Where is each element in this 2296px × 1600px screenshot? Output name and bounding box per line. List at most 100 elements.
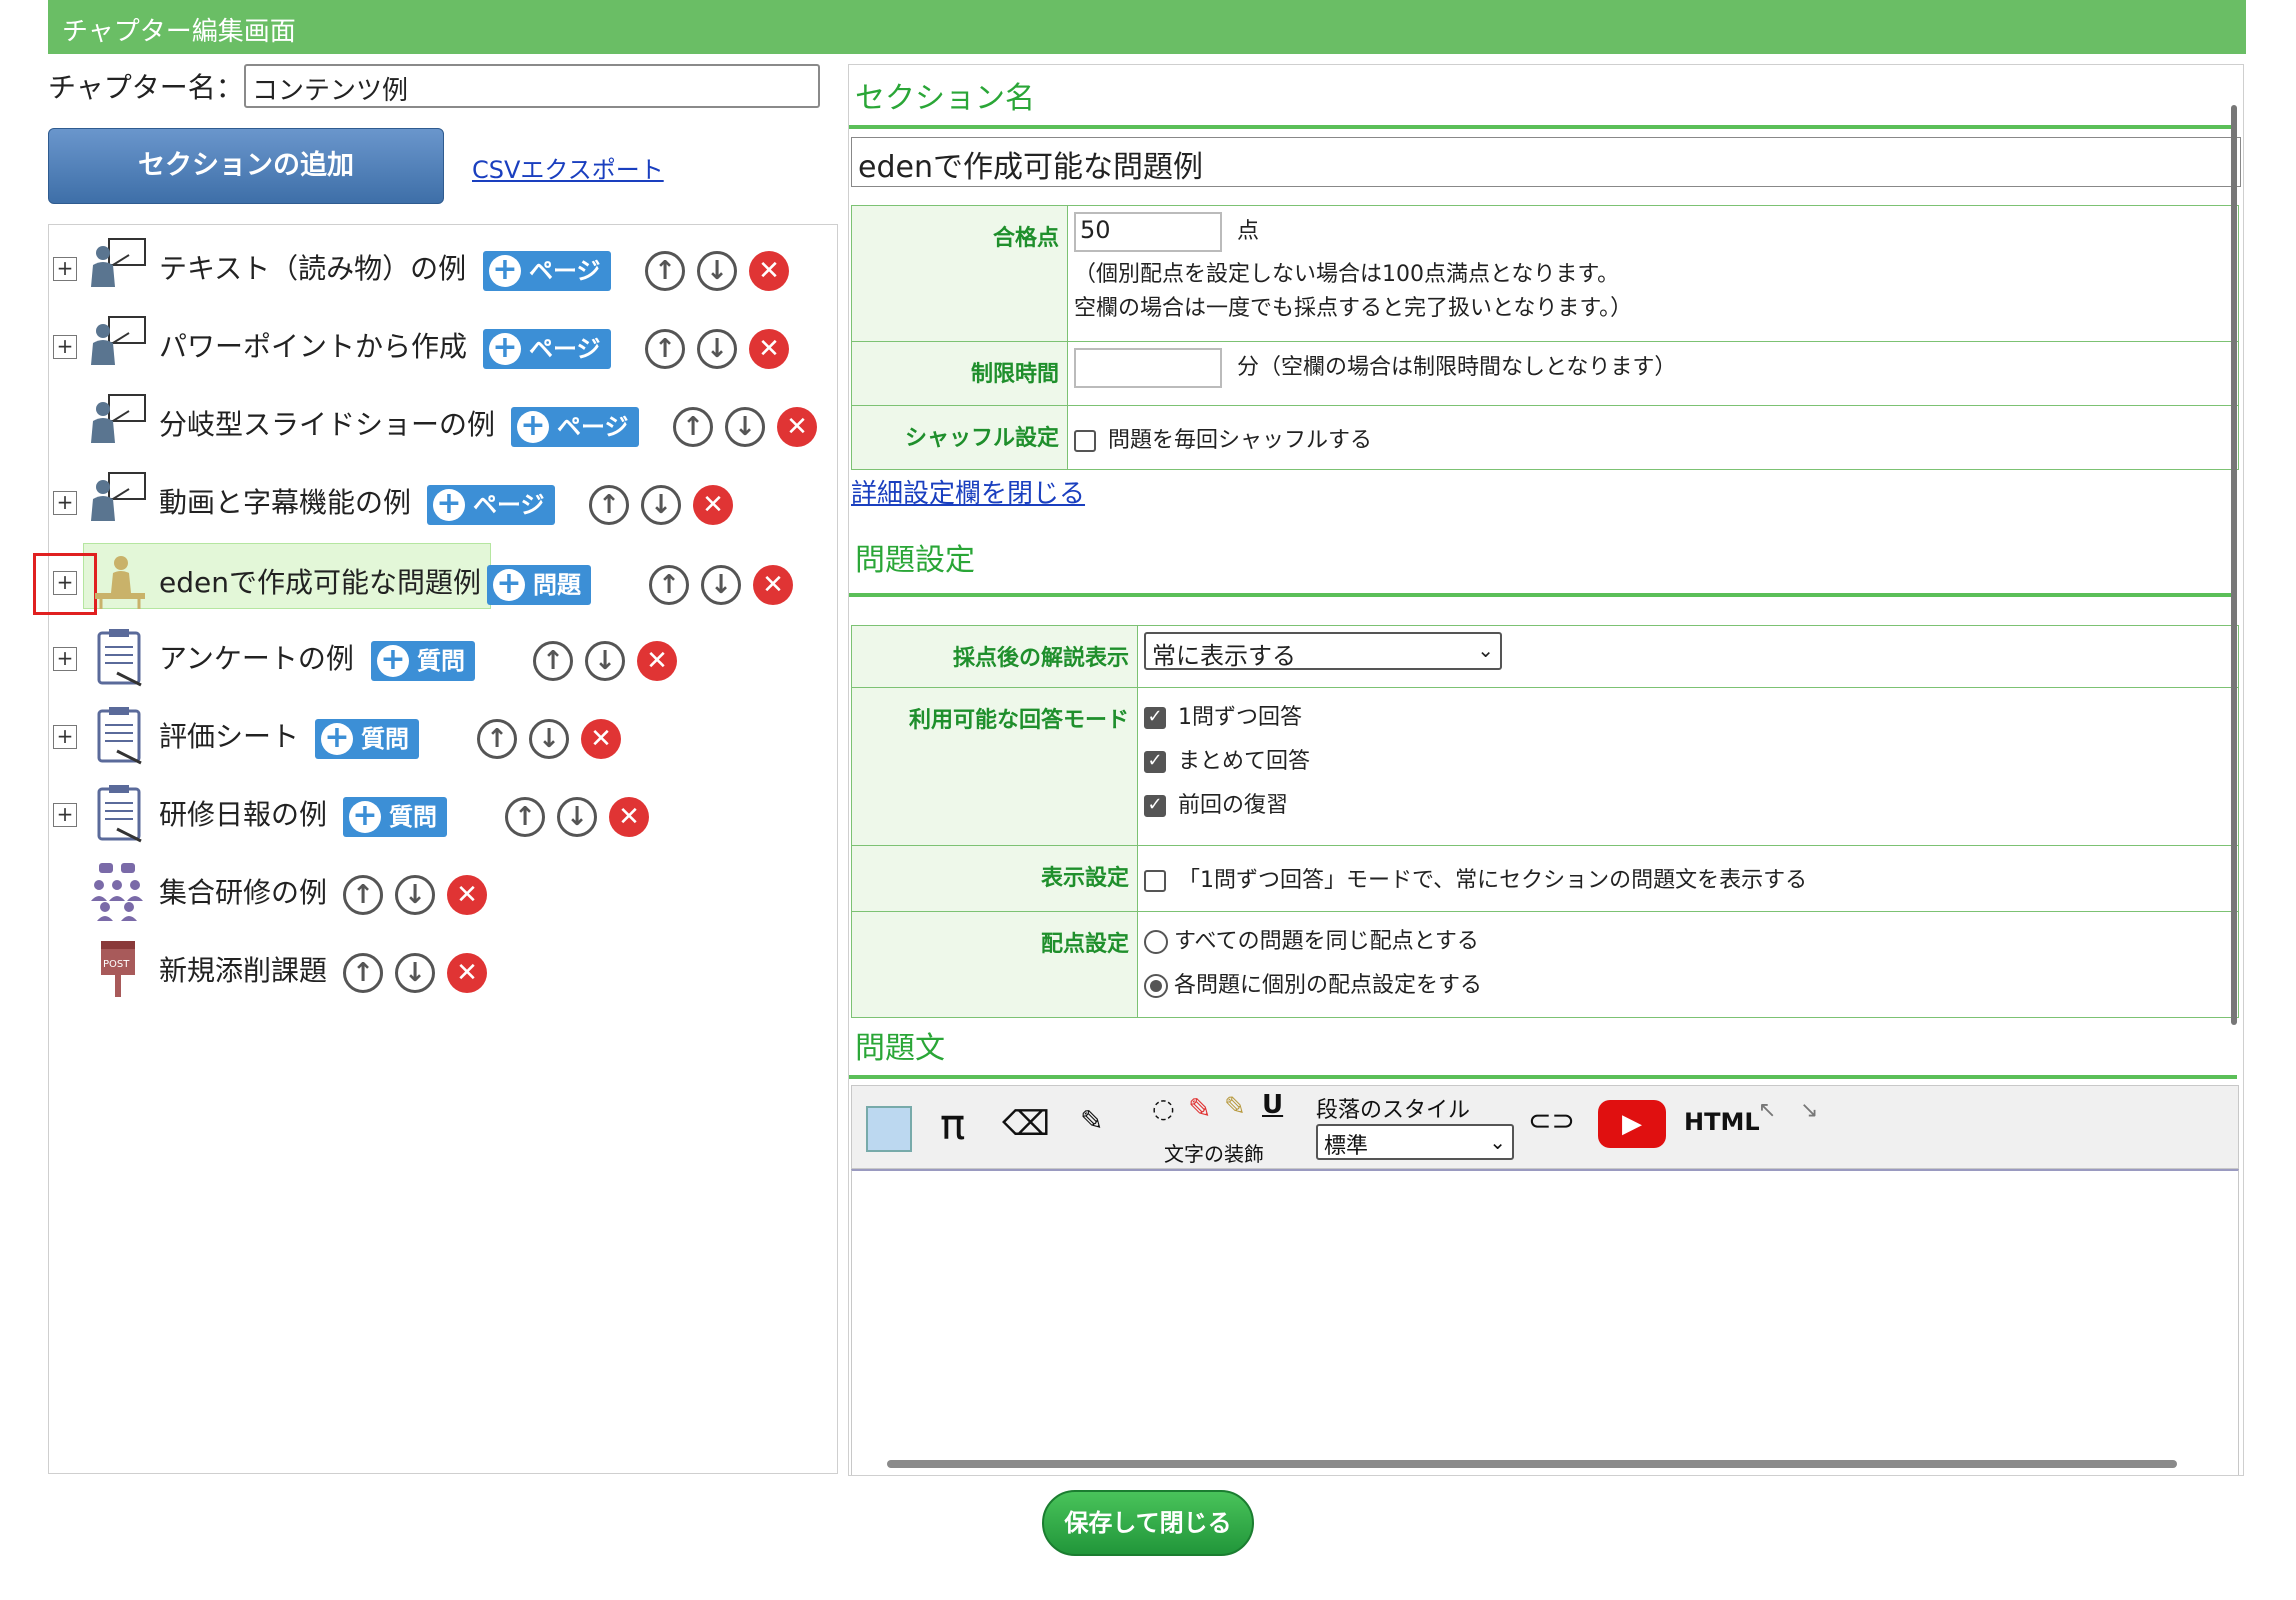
tree-item-label[interactable]: アンケートの例 xyxy=(159,637,354,677)
add-page-button[interactable]: + ページ xyxy=(427,485,555,525)
display-checkbox[interactable] xyxy=(1144,870,1166,892)
expand-icon[interactable]: + xyxy=(53,803,77,827)
add-question-button[interactable]: + 質問 xyxy=(343,797,447,837)
tree-item-label[interactable]: パワーポイントから作成 xyxy=(159,325,467,365)
tree-row[interactable]: + 研修日報の例 + 質問 ↑ ↓ ✕ xyxy=(49,775,837,845)
move-down-icon[interactable]: ↓ xyxy=(557,797,597,837)
add-section-button[interactable]: セクションの追加 xyxy=(48,128,444,204)
mode-checkbox[interactable]: ✓ xyxy=(1144,795,1166,817)
expand-icon[interactable]: + xyxy=(53,725,77,749)
tree-item-label[interactable]: 研修日報の例 xyxy=(159,793,327,833)
tree-item-label[interactable]: 評価シート xyxy=(159,715,299,755)
highlighter-icon[interactable]: ✎ xyxy=(1224,1092,1246,1122)
tree-row[interactable]: POST 新規添削課題 ↑ ↓ ✕ xyxy=(49,931,837,1001)
mode-checkbox[interactable]: ✓ xyxy=(1144,707,1166,729)
delete-icon[interactable]: ✕ xyxy=(447,953,487,993)
tree-row[interactable]: + テキスト（読み物）の例 + ページ ↑ ↓ ✕ xyxy=(49,229,837,299)
move-up-icon[interactable]: ↑ xyxy=(589,485,629,525)
move-up-icon[interactable]: ↑ xyxy=(343,953,383,993)
question-text-editor[interactable] xyxy=(851,1169,2239,1475)
move-down-icon[interactable]: ↓ xyxy=(641,485,681,525)
vertical-scrollbar[interactable] xyxy=(2231,105,2237,1025)
move-down-icon[interactable]: ↓ xyxy=(725,407,765,447)
move-down-icon[interactable]: ↓ xyxy=(529,719,569,759)
tree-item-label[interactable]: 集合研修の例 xyxy=(159,871,327,911)
html-button[interactable]: HTML xyxy=(1684,1108,1760,1136)
mode-checkbox[interactable]: ✓ xyxy=(1144,751,1166,773)
eraser-icon[interactable]: ⌫ xyxy=(1002,1104,1050,1144)
tree-row[interactable]: 集合研修の例 ↑ ↓ ✕ xyxy=(49,853,837,923)
add-question-button[interactable]: + 問題 xyxy=(487,565,591,605)
time-limit-input[interactable] xyxy=(1074,348,1222,388)
explanation-display-select[interactable]: 常に表示する ⌄ xyxy=(1144,632,1502,670)
move-down-icon[interactable]: ↓ xyxy=(395,875,435,915)
tree-item-label[interactable]: テキスト（読み物）の例 xyxy=(159,247,466,287)
delete-icon[interactable]: ✕ xyxy=(693,485,733,525)
pen-icon[interactable]: ✎ xyxy=(1188,1092,1211,1125)
move-up-icon[interactable]: ↑ xyxy=(477,719,517,759)
move-down-icon[interactable]: ↓ xyxy=(697,251,737,291)
expand-icon[interactable]: + xyxy=(53,257,77,281)
move-up-icon[interactable]: ↑ xyxy=(645,329,685,369)
move-down-icon[interactable]: ↓ xyxy=(701,565,741,605)
tree-row[interactable]: + アンケートの例 + 質問 ↑ ↓ ✕ xyxy=(49,619,837,689)
eraser-tool-icon[interactable]: ◌ xyxy=(1152,1094,1175,1124)
move-up-icon[interactable]: ↑ xyxy=(645,251,685,291)
toggle-details-link[interactable]: 詳細設定欄を閉じる xyxy=(851,473,1085,510)
move-down-icon[interactable]: ↓ xyxy=(585,641,625,681)
tree-row[interactable]: + パワーポイントから作成 + ページ ↑ ↓ ✕ xyxy=(49,307,837,377)
brush-icon[interactable]: ✎ xyxy=(1080,1104,1103,1137)
delete-icon[interactable]: ✕ xyxy=(581,719,621,759)
shrink-icon[interactable]: ↘ xyxy=(1800,1098,1818,1123)
csv-export-link[interactable]: CSVエクスポート xyxy=(472,150,664,185)
delete-icon[interactable]: ✕ xyxy=(447,875,487,915)
tree-row[interactable]: + 動画と字幕機能の例 + ページ ↑ ↓ ✕ xyxy=(49,463,837,533)
add-page-button[interactable]: + ページ xyxy=(511,407,639,447)
move-up-icon[interactable]: ↑ xyxy=(343,875,383,915)
score-radio[interactable] xyxy=(1144,930,1168,954)
save-close-button[interactable]: 保存して閉じる xyxy=(1042,1490,1254,1556)
tree-item-label[interactable]: 動画と字幕機能の例 xyxy=(159,481,411,521)
pi-icon[interactable]: π xyxy=(940,1100,965,1149)
delete-icon[interactable]: ✕ xyxy=(637,641,677,681)
move-up-icon[interactable]: ↑ xyxy=(533,641,573,681)
youtube-icon[interactable]: ▶ xyxy=(1598,1100,1666,1148)
add-question-button[interactable]: + 質問 xyxy=(371,641,475,681)
pass-score-input[interactable]: 50 xyxy=(1074,212,1222,252)
tree-item-label[interactable]: 新規添削課題 xyxy=(159,949,327,989)
link-icon[interactable]: ⊂⊃ xyxy=(1528,1104,1575,1137)
move-down-icon[interactable]: ↓ xyxy=(395,953,435,993)
chapter-name-input[interactable]: コンテンツ例 xyxy=(244,64,820,108)
section-name-input[interactable]: edenで作成可能な問題例 xyxy=(851,137,2241,187)
add-page-button[interactable]: + ページ xyxy=(483,251,611,291)
tree-row[interactable]: + 評価シート + 質問 ↑ ↓ ✕ xyxy=(49,697,837,767)
move-down-icon[interactable]: ↓ xyxy=(697,329,737,369)
expand-icon[interactable]: + xyxy=(53,491,77,515)
shuffle-checkbox[interactable] xyxy=(1074,430,1096,452)
image-icon[interactable] xyxy=(866,1106,912,1152)
expand-icon[interactable]: + xyxy=(53,335,77,359)
underline-icon[interactable]: U xyxy=(1262,1090,1283,1120)
expand-icon[interactable]: ↖ xyxy=(1758,1098,1776,1123)
add-page-button[interactable]: + ページ xyxy=(483,329,611,369)
tree-row-selected[interactable]: + edenで作成可能な問題例 + 問題 ↑ ↓ ✕ xyxy=(33,543,837,615)
tree-item-label[interactable]: edenで作成可能な問題例 xyxy=(159,561,481,601)
delete-icon[interactable]: ✕ xyxy=(777,407,817,447)
tree-row[interactable]: 分岐型スライドショーの例 + ページ ↑ ↓ ✕ xyxy=(49,385,837,455)
paragraph-style-select[interactable]: 標準 ⌄ xyxy=(1316,1124,1514,1160)
move-up-icon[interactable]: ↑ xyxy=(673,407,713,447)
horizontal-scrollbar[interactable] xyxy=(887,1460,2177,1468)
move-up-icon[interactable]: ↑ xyxy=(649,565,689,605)
shuffle-text: 問題を毎回シャッフルする xyxy=(1108,428,1373,453)
delete-icon[interactable]: ✕ xyxy=(749,251,789,291)
tree-item-label[interactable]: 分岐型スライドショーの例 xyxy=(159,403,495,443)
expand-icon[interactable]: + xyxy=(53,647,77,671)
add-question-button[interactable]: + 質問 xyxy=(315,719,419,759)
delete-icon[interactable]: ✕ xyxy=(749,329,789,369)
delete-icon[interactable]: ✕ xyxy=(753,565,793,605)
delete-icon[interactable]: ✕ xyxy=(609,797,649,837)
score-radio[interactable] xyxy=(1144,974,1168,998)
move-up-icon[interactable]: ↑ xyxy=(505,797,545,837)
explanation-display-label: 採点後の解説表示 xyxy=(851,625,1138,688)
pass-note-1: （個別配点を設定しない場合は100点満点となります。 xyxy=(1074,262,1620,287)
